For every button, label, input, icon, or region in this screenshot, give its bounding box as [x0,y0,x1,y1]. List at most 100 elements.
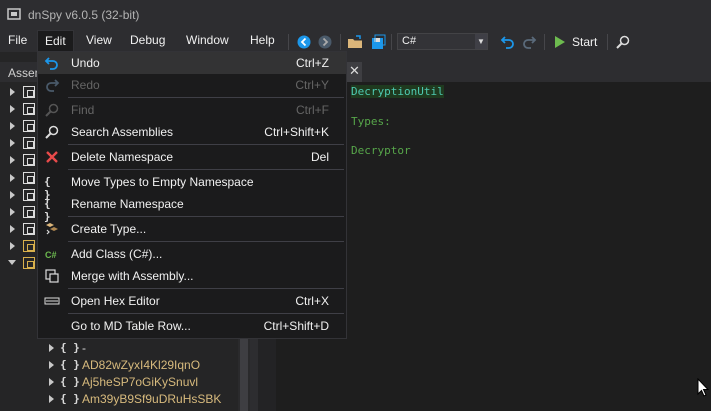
find-icon [45,103,59,117]
assembly-icon [23,257,35,269]
assembly-icon [23,223,35,235]
expand-icon[interactable] [10,208,15,216]
tree-row[interactable] [0,101,36,117]
menu-item-search-assemblies[interactable]: Search Assemblies Ctrl+Shift+K [38,121,346,143]
menu-item-merge-assembly[interactable]: Merge with Assembly... [38,265,346,287]
csharp-icon: C# [45,250,57,260]
chevron-down-icon[interactable]: ▼ [475,34,487,49]
tree-row[interactable] [0,84,36,100]
assembly-icon [23,154,35,166]
menu-item-label: Move Types to Empty Namespace [71,175,254,189]
assembly-icon [23,137,35,149]
code-line[interactable]: DecryptionUtil [351,85,444,98]
expand-icon[interactable] [10,191,15,199]
mouse-cursor-icon [697,378,709,397]
namespace-icon: { } [60,358,80,371]
menu-item-undo[interactable]: Undo Ctrl+Z [38,52,346,74]
delete-icon [46,151,58,163]
tree-row[interactable] [0,238,36,254]
menu-item-add-class[interactable]: C# Add Class (C#)... [38,243,346,265]
tree-row[interactable]: { } Aj5heSP7oGiKySnuvl [46,374,236,390]
expand-icon[interactable] [49,344,54,352]
tree-row[interactable] [0,204,36,220]
hex-editor-icon [44,297,60,305]
tree-row[interactable]: { } - [46,340,236,356]
forward-icon[interactable] [317,33,333,51]
namespace-label: Aj5heSP7oGiKySnuvl [82,375,199,389]
menu-item-label: Add Class (C#)... [71,247,163,261]
collapse-icon[interactable] [8,260,16,265]
search-icon [45,125,59,139]
assembly-icon [23,172,35,184]
tree-row[interactable] [0,221,36,237]
toolbar-separator [391,34,392,50]
menu-item-shortcut: Ctrl+Shift+D [263,319,329,333]
menu-window[interactable]: Window [186,30,234,52]
back-icon[interactable] [296,33,312,51]
expand-icon[interactable] [49,361,54,369]
menu-item-label: Delete Namespace [71,150,174,164]
language-select[interactable]: C# ▼ [397,33,488,50]
tree-row[interactable]: { } Am39yB9Sf9uDRuHsSBK [46,391,236,407]
title-bar: dnSpy v6.0.5 (32-bit) [0,0,711,30]
menu-view[interactable]: View [86,30,116,52]
expand-icon[interactable] [49,395,54,403]
namespace-icon: { } [44,175,51,201]
search-toolbar-icon[interactable] [615,33,631,51]
tree-row[interactable] [0,187,36,203]
scrollbar-thumb[interactable] [240,330,248,411]
menu-item-find[interactable]: Find Ctrl+F [38,99,346,121]
code-line[interactable]: Types: [351,115,391,128]
namespace-label: AD82wZyxI4Kl29IqnO [82,358,201,372]
assembly-icon [23,206,35,218]
open-folder-icon[interactable] [347,33,364,51]
expand-icon[interactable] [10,242,15,250]
menu-item-delete-namespace[interactable]: Delete Namespace Del [38,146,346,168]
tree-row[interactable] [0,135,36,151]
menu-item-move-types[interactable]: { } Move Types to Empty Namespace [38,171,346,201]
menu-item-label: Merge with Assembly... [71,269,194,283]
close-icon[interactable]: ✕ [349,63,360,79]
tree-row[interactable] [0,152,36,168]
redo-toolbar-icon[interactable] [521,33,537,51]
start-button-label[interactable]: Start [572,35,597,49]
edit-menu-dropdown: Undo Ctrl+Z Redo Ctrl+Y Find Ctrl+F Sear… [37,51,347,339]
menu-bar: File Edit View Debug Window Help [0,30,711,52]
expand-icon[interactable] [10,174,15,182]
menu-separator [68,241,344,242]
undo-icon [44,57,58,70]
save-all-icon[interactable] [370,33,386,51]
menu-file[interactable]: File [8,30,36,52]
menu-separator [68,313,344,314]
toolbar-separator [544,34,545,50]
expand-icon[interactable] [10,156,15,164]
menu-separator [68,169,344,170]
expand-icon[interactable] [49,378,54,386]
menu-item-create-type[interactable]: Create Type... [38,218,346,240]
menu-separator [68,144,344,145]
expand-icon[interactable] [10,122,15,130]
tree-row[interactable] [0,255,36,271]
tree-row[interactable]: { } AD82wZyxI4Kl29IqnO [46,357,236,373]
namespace-icon: { } [60,375,80,388]
menu-item-go-to-md-table-row[interactable]: Go to MD Table Row... Ctrl+Shift+D [38,315,346,337]
menu-item-rename-namespace[interactable]: { } Rename Namespace [38,193,346,223]
menu-item-shortcut: Del [310,150,329,164]
menu-item-shortcut: Ctrl+F [296,103,329,117]
expand-icon[interactable] [10,225,15,233]
svg-text:C#: C# [45,250,57,260]
menu-debug[interactable]: Debug [130,30,170,52]
undo-toolbar-icon[interactable] [500,33,516,51]
tree-row[interactable] [0,170,36,186]
expand-icon[interactable] [10,139,15,147]
menu-edit[interactable]: Edit [37,30,74,52]
start-icon[interactable] [553,33,567,51]
expand-icon[interactable] [10,88,15,96]
menu-item-open-hex-editor[interactable]: Open Hex Editor Ctrl+X [38,290,346,312]
tree-row[interactable] [0,118,36,134]
menu-item-redo[interactable]: Redo Ctrl+Y [38,74,346,96]
menu-item-label: Create Type... [71,222,147,236]
code-line[interactable]: Decryptor [351,144,411,157]
menu-help[interactable]: Help [250,30,280,52]
expand-icon[interactable] [10,105,15,113]
